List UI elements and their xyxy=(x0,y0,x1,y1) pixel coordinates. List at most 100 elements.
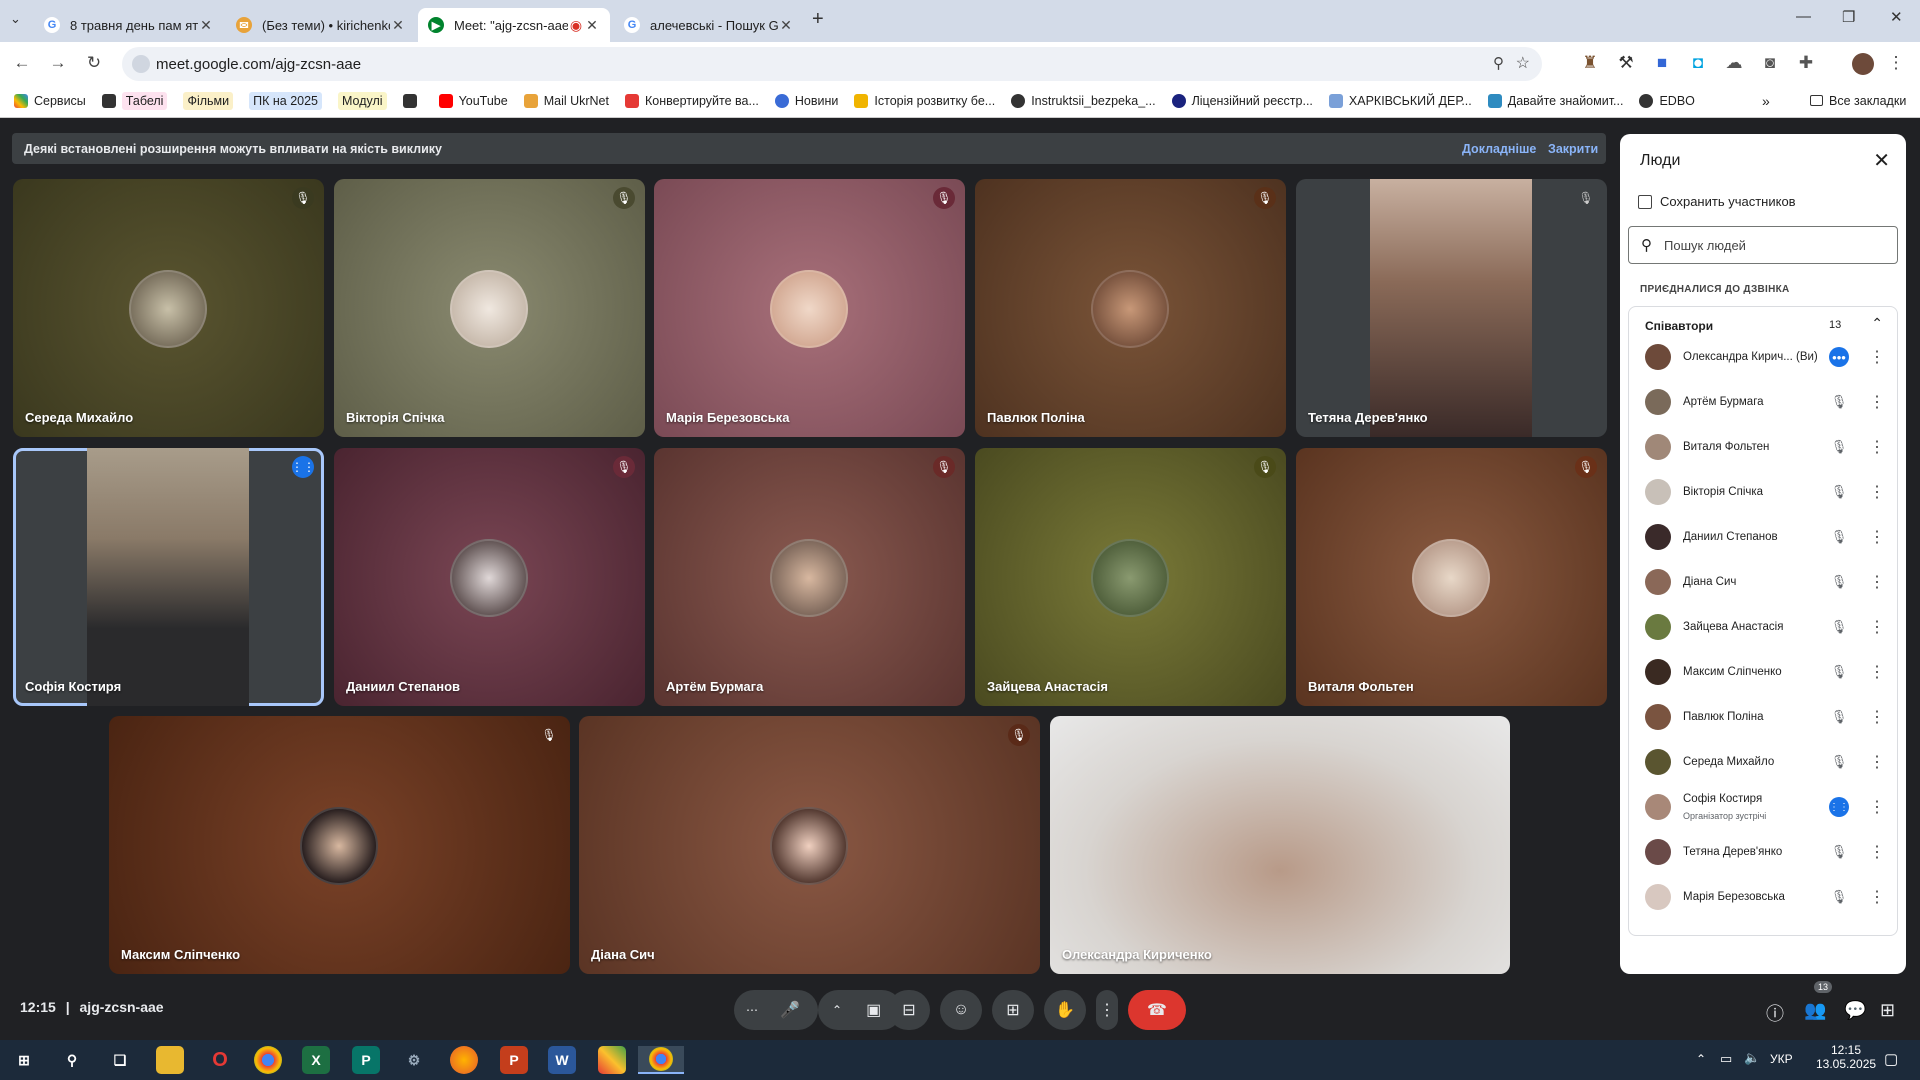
more-options-icon[interactable]: ⋮ xyxy=(1869,797,1885,817)
meeting-details-icon[interactable]: ⓘ xyxy=(1766,1000,1784,1026)
participant-tile[interactable]: 🎙 Середа Михайло xyxy=(13,179,324,437)
close-window-icon[interactable]: ✕ xyxy=(1890,8,1903,26)
tab-3-active[interactable]: ▶ Meet: "ajg-zcsn-aae" ◉ ✕ xyxy=(418,8,610,42)
activities-icon[interactable]: ⊞ xyxy=(1880,1000,1895,1021)
participant-row[interactable]: Олександра Кирич... (Ви) ••• ⋮ xyxy=(1629,335,1899,379)
chevron-up-icon[interactable]: ⌃ xyxy=(1871,315,1883,332)
mic-off-icon[interactable]: 🎙 xyxy=(1829,842,1849,862)
close-tab-icon[interactable]: ✕ xyxy=(390,17,406,34)
all-bookmarks[interactable]: Все закладки xyxy=(1810,94,1906,108)
address-bar[interactable]: meet.google.com/ajg-zcsn-aae ⚲ ☆ xyxy=(122,47,1542,81)
more-options-icon[interactable]: ⋮ xyxy=(1869,887,1885,907)
participant-row[interactable]: Даниил Степанов 🎙 ⋮ xyxy=(1629,515,1899,559)
extensions-puzzle-icon[interactable]: ✚ xyxy=(1796,53,1816,73)
participant-tile[interactable]: 🎙 Максим Сліпченко xyxy=(109,716,570,974)
search-people-input[interactable]: ⚲ Пошук людей xyxy=(1628,226,1898,264)
participant-tile[interactable]: 🎙 Павлюк Поліна xyxy=(975,179,1286,437)
mic-off-icon[interactable]: 🎙 xyxy=(1829,572,1849,592)
notifications-icon[interactable]: ▢ xyxy=(1884,1050,1898,1068)
tab-1[interactable]: G 8 травня день пам яті та прим ✕ xyxy=(34,8,224,42)
close-tab-icon[interactable]: ✕ xyxy=(584,17,600,34)
bookmark-item[interactable]: Mail UkrNet xyxy=(523,93,609,108)
more-options-icon[interactable]: ⋮ xyxy=(1869,527,1885,547)
extension-icon[interactable]: ◘ xyxy=(1688,53,1708,73)
save-participants-button[interactable]: Сохранить участников xyxy=(1638,194,1796,209)
more-options-icon[interactable]: ⋮ xyxy=(1869,752,1885,772)
more-options-icon[interactable]: ⋮ xyxy=(1869,662,1885,682)
minimize-icon[interactable]: — xyxy=(1796,8,1811,25)
new-tab-icon[interactable]: + xyxy=(812,8,824,31)
more-options-icon[interactable]: ⋮ xyxy=(1869,707,1885,727)
excel-icon[interactable]: X xyxy=(302,1046,330,1074)
app-icon[interactable] xyxy=(598,1046,626,1074)
mic-off-icon[interactable]: 🎙 xyxy=(1829,662,1849,682)
file-explorer-icon[interactable] xyxy=(156,1046,184,1074)
bookmark-item[interactable]: Давайте знайомит... xyxy=(1487,93,1623,108)
bookmark-item[interactable]: Модулі xyxy=(338,91,387,110)
video-options-icon[interactable]: ⌃ xyxy=(832,1003,842,1017)
bookmark-item[interactable]: Історія розвитку бе... xyxy=(854,93,995,108)
powerpoint-icon[interactable]: P xyxy=(500,1046,528,1074)
participant-tile[interactable]: 🎙 Марія Березовська xyxy=(654,179,965,437)
mic-off-icon[interactable]: 🎙 xyxy=(1829,482,1849,502)
zoom-icon[interactable]: ⚲ xyxy=(1493,54,1504,72)
audio-options-icon[interactable]: ⋯ xyxy=(746,1003,758,1017)
participant-row[interactable]: Софія Костиря Організатор зустрічі ⋮⋮ ⋮ xyxy=(1629,785,1899,829)
more-options-icon[interactable]: ⋮ xyxy=(1869,437,1885,457)
participant-row[interactable]: Тетяна Дерев'янко 🎙 ⋮ xyxy=(1629,830,1899,874)
more-bookmarks-icon[interactable]: » xyxy=(1762,93,1770,109)
profile-avatar[interactable] xyxy=(1852,53,1874,75)
bookmark-services[interactable]: Сервисы xyxy=(14,93,86,108)
people-icon[interactable]: 👥 xyxy=(1804,1000,1826,1021)
extension-icon[interactable]: ■ xyxy=(1652,53,1672,73)
mic-off-icon[interactable]: 🎙 xyxy=(1829,752,1849,772)
bookmark-item[interactable]: ПК на 2025 xyxy=(249,91,322,110)
task-view-icon[interactable]: ❏ xyxy=(106,1046,134,1074)
chrome-icon[interactable] xyxy=(254,1046,282,1074)
start-icon[interactable]: ⊞ xyxy=(10,1046,38,1074)
camera-icon[interactable]: ▣ xyxy=(866,1000,881,1020)
close-tab-icon[interactable]: ✕ xyxy=(778,17,794,34)
extension-icon[interactable]: ◙ xyxy=(1760,53,1780,73)
mic-off-icon[interactable]: 🎙 xyxy=(1829,527,1849,547)
system-clock[interactable]: 12:15 13.05.2025 xyxy=(1816,1043,1876,1071)
close-panel-icon[interactable]: ✕ xyxy=(1873,148,1890,173)
present-button[interactable]: ⊞ xyxy=(992,990,1034,1030)
tab-4[interactable]: G алечевські - Пошук Google ✕ xyxy=(614,8,804,42)
participant-row[interactable]: Павлюк Поліна 🎙 ⋮ xyxy=(1629,695,1899,739)
participant-tile-active-speaker[interactable]: ⋮⋮ Софія Костиря xyxy=(13,448,324,706)
chat-icon[interactable]: 💬 xyxy=(1844,1000,1866,1021)
participant-tile[interactable]: 🎙 Тетяна Дерев'янко xyxy=(1296,179,1607,437)
mic-off-icon[interactable]: 🎙 xyxy=(1829,707,1849,727)
participant-tile[interactable]: 🎙 Даниил Степанов xyxy=(334,448,645,706)
search-icon[interactable]: ⚲ xyxy=(58,1046,86,1074)
microphone-icon[interactable]: 🎤 xyxy=(780,1000,800,1020)
participant-tile[interactable]: 🎙 Вікторія Спічка xyxy=(334,179,645,437)
leave-call-button[interactable]: ☎ xyxy=(1128,990,1186,1030)
more-options-icon[interactable]: ⋮ xyxy=(1869,347,1885,367)
word-icon[interactable]: W xyxy=(548,1046,576,1074)
bookmark-item[interactable]: Ліцензійний реєстр... xyxy=(1171,93,1313,108)
publisher-icon[interactable]: P xyxy=(352,1046,380,1074)
site-info-icon[interactable] xyxy=(132,55,150,73)
reactions-button[interactable]: ☺ xyxy=(940,990,982,1030)
app-icon[interactable]: ⚙ xyxy=(400,1046,428,1074)
participant-row[interactable]: Зайцева Анастасія 🎙 ⋮ xyxy=(1629,605,1899,649)
banner-learn-more-link[interactable]: Докладніше xyxy=(1462,142,1536,156)
more-options-icon[interactable]: ⋮ xyxy=(1869,392,1885,412)
participant-tile[interactable]: 🎙 Артём Бурмага xyxy=(654,448,965,706)
participant-row[interactable]: Артём Бурмага 🎙 ⋮ xyxy=(1629,380,1899,424)
bookmark-item[interactable]: Табелі xyxy=(101,91,168,110)
more-options-icon[interactable]: ⋮ xyxy=(1869,572,1885,592)
extension-icon[interactable]: ♜ xyxy=(1580,53,1600,73)
more-options-icon[interactable]: ⋮ xyxy=(1869,617,1885,637)
close-tab-icon[interactable]: ✕ xyxy=(198,17,214,34)
opera-icon[interactable]: O xyxy=(206,1046,234,1074)
raise-hand-button[interactable]: ✋ xyxy=(1044,990,1086,1030)
reload-icon[interactable]: ↻ xyxy=(84,53,104,73)
language-indicator[interactable]: УКР xyxy=(1770,1052,1793,1066)
forward-icon[interactable]: → xyxy=(48,53,68,73)
bookmark-item[interactable]: YouTube xyxy=(438,93,508,108)
bookmark-item[interactable]: Новини xyxy=(774,93,838,108)
banner-close-link[interactable]: Закрити xyxy=(1548,142,1598,156)
